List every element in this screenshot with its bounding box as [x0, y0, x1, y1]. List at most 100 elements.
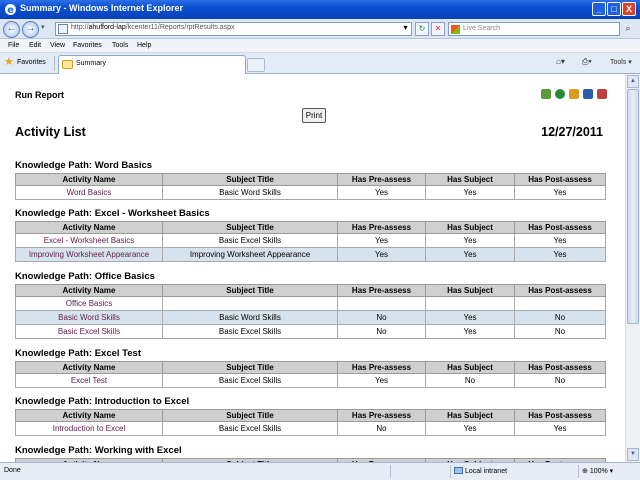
help-icon[interactable] [583, 89, 593, 99]
print-button[interactable]: Print [302, 108, 326, 123]
table-cell: Yes [337, 185, 426, 200]
print-icon[interactable]: ⎙▾ [582, 57, 592, 70]
column-header[interactable]: Has Post-assess [514, 221, 606, 234]
table-row[interactable]: Excel - Worksheet Basics Basic Excel Skil… [15, 233, 606, 248]
favorites-button[interactable]: ★ Favorites [4, 56, 46, 70]
table-cell: No [337, 421, 426, 436]
page-content: Run Report Print Activity List 12/27/201… [0, 74, 625, 462]
activity-name-link[interactable]: Improving Worksheet Appearance [15, 247, 163, 262]
column-header[interactable]: Subject Title [162, 284, 338, 297]
column-header[interactable]: Has Subject [425, 284, 515, 297]
column-header[interactable]: Subject Title [162, 361, 338, 374]
column-header[interactable]: Has Post-assess [514, 361, 606, 374]
activity-name-link[interactable]: Office Basics [15, 296, 163, 311]
table-cell: Yes [337, 373, 426, 388]
maximize-button[interactable]: □ [607, 2, 621, 16]
tools-menu-button[interactable]: Tools ▾ [610, 58, 632, 71]
table-row[interactable]: Introduction to Excel Basic Excel Skills N… [15, 421, 606, 436]
column-header[interactable]: Has Pre-assess [337, 173, 426, 186]
activity-table: Activity NameSubject TitleHas Pre-assess… [15, 173, 606, 200]
menu-view[interactable]: View [50, 42, 65, 49]
history-dropdown-icon[interactable]: ▾ [41, 23, 45, 31]
exit-icon[interactable] [597, 89, 607, 99]
knowledge-path-section: Knowledge Path: Office Basics Activity Na… [15, 271, 606, 339]
back-arrow-icon[interactable] [555, 89, 565, 99]
activity-name-link[interactable]: Basic Excel Skills [15, 324, 163, 339]
search-icon[interactable]: ⌕ [622, 23, 634, 35]
activity-table: Activity NameSubject TitleHas Pre-assess… [15, 284, 606, 339]
column-header[interactable]: Has Post-assess [514, 173, 606, 186]
url-field[interactable]: http://ahufford-lap/kcenter11/Reports/rp… [55, 22, 412, 36]
close-button[interactable]: X [622, 2, 636, 16]
menu-favorites[interactable]: Favorites [73, 42, 102, 49]
refresh-button[interactable]: ↻ [415, 22, 429, 36]
minimize-button[interactable]: _ [592, 2, 606, 16]
column-header[interactable]: Subject Title [162, 173, 338, 186]
knowledge-path-title: Knowledge Path: Excel Test [15, 348, 141, 359]
tab-summary[interactable]: Summary [58, 55, 246, 74]
menu-tools[interactable]: Tools [112, 42, 128, 49]
url-dropdown-icon[interactable]: ▾ [399, 22, 412, 36]
tab-divider [54, 56, 55, 71]
column-header[interactable]: Has Subject [425, 173, 515, 186]
new-tab-button[interactable] [247, 58, 265, 72]
back-button[interactable]: ← [3, 21, 20, 38]
column-header[interactable]: Activity Name [15, 221, 163, 234]
table-cell: Yes [425, 310, 515, 325]
home-report-icon[interactable] [569, 89, 579, 99]
menu-edit[interactable]: Edit [29, 42, 41, 49]
column-header[interactable]: Has Subject [425, 361, 515, 374]
table-cell: No [337, 310, 426, 325]
tab-page-icon [62, 60, 73, 69]
activity-name-link[interactable]: Word Basics [15, 185, 163, 200]
menu-help[interactable]: Help [137, 42, 151, 49]
activity-name-link[interactable]: Basic Word Skills [15, 310, 163, 325]
security-zone[interactable]: Local intranet [454, 467, 507, 475]
live-search-logo-icon [451, 25, 460, 34]
column-header[interactable]: Has Post-assess [514, 284, 606, 297]
table-row[interactable]: Improving Worksheet Appearance Improving … [15, 247, 606, 262]
scroll-thumb[interactable] [627, 89, 639, 324]
table-row[interactable]: Office Basics [15, 296, 606, 311]
table-row[interactable]: Basic Excel Skills Basic Excel Skills No Ye… [15, 324, 606, 339]
table-cell: Yes [514, 421, 606, 436]
knowledge-path-section: Knowledge Path: Working with ExcelActivi… [15, 445, 606, 462]
column-header[interactable]: Has Pre-assess [337, 221, 426, 234]
scroll-up-icon[interactable]: ▲ [627, 75, 639, 88]
table-cell: Yes [514, 185, 606, 200]
activity-name-link[interactable]: Excel - Worksheet Basics [15, 233, 163, 248]
address-bar: ← → ▾ http://ahufford-lap/kcenter11/Repo… [0, 19, 640, 39]
run-report-label: Run Report [15, 90, 64, 100]
column-header[interactable]: Subject Title [162, 221, 338, 234]
window-title: Summary - Windows Internet Explorer [20, 3, 183, 13]
activity-name-link[interactable]: Introduction to Excel [15, 421, 163, 436]
menu-file[interactable]: File [8, 42, 19, 49]
activity-name-link[interactable]: Excel Test [15, 373, 163, 388]
forward-button[interactable]: → [22, 21, 39, 38]
scroll-down-icon[interactable]: ▼ [627, 448, 639, 461]
table-row[interactable]: Excel Test Basic Excel Skills Yes No No [15, 373, 606, 388]
table-cell: Basic Excel Skills [162, 324, 338, 339]
column-header[interactable]: Activity Name [15, 173, 163, 186]
vertical-scrollbar[interactable]: ▲ ▼ [625, 74, 640, 462]
column-header[interactable]: Activity Name [15, 284, 163, 297]
column-header[interactable]: Subject Title [162, 409, 338, 422]
column-header[interactable]: Has Pre-assess [337, 361, 426, 374]
column-header[interactable]: Has Pre-assess [337, 284, 426, 297]
table-row[interactable]: Word Basics Basic Word Skills Yes Yes Yes [15, 185, 606, 200]
table-cell: Yes [514, 233, 606, 248]
column-header[interactable]: Has Subject [425, 409, 515, 422]
search-placeholder: Live Search [463, 25, 500, 32]
stop-button[interactable]: ✕ [431, 22, 445, 36]
search-input[interactable]: Live Search [448, 22, 620, 36]
column-header[interactable]: Has Subject [425, 221, 515, 234]
column-header[interactable]: Has Pre-assess [337, 409, 426, 422]
home-icon[interactable]: ⌂▾ [556, 57, 565, 70]
column-header[interactable]: Activity Name [15, 361, 163, 374]
table-row[interactable]: Basic Word Skills Basic Word Skills No Yes N… [15, 310, 606, 325]
export-icon[interactable] [541, 89, 551, 99]
column-header[interactable]: Activity Name [15, 409, 163, 422]
column-header[interactable]: Has Post-assess [514, 409, 606, 422]
table-cell: Yes [514, 247, 606, 262]
zoom-level[interactable]: ⊕ 100% ▾ [582, 467, 613, 475]
